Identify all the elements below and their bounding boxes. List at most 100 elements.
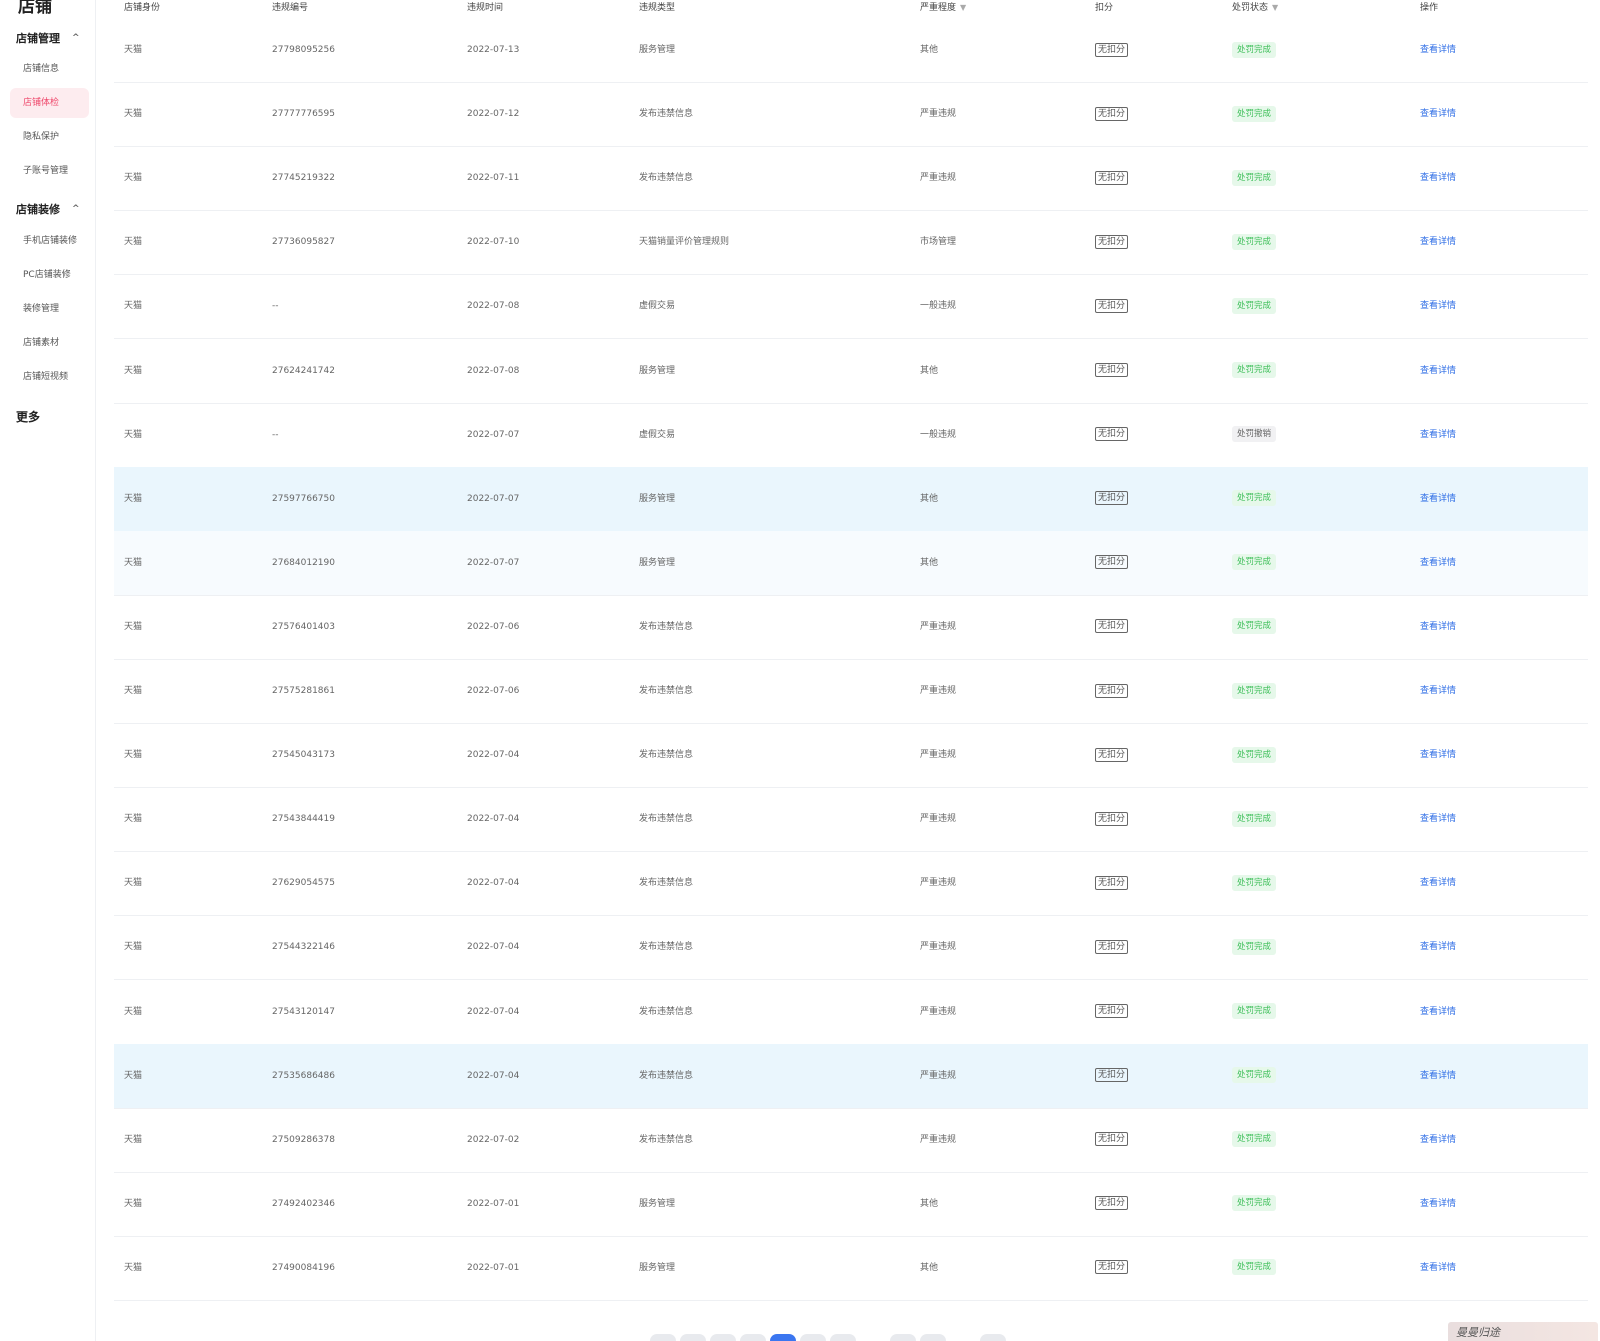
deduction-tag: 无扣分: [1095, 427, 1129, 442]
cell-penalty-status: 处罚完成: [1232, 274, 1277, 338]
sidebar-item-pc-decoration[interactable]: PC店铺装修: [10, 260, 89, 290]
view-details-link[interactable]: 查看详情: [1420, 494, 1456, 504]
view-details-link[interactable]: 查看详情: [1420, 558, 1456, 568]
cell-violation-type: 虚假交易: [639, 429, 676, 440]
view-details-link[interactable]: 查看详情: [1420, 237, 1456, 247]
sidebar-more[interactable]: 更多: [16, 408, 40, 425]
sidebar-group-store-decoration[interactable]: 店铺装修 ^: [16, 201, 80, 217]
column-header-penalty-status[interactable]: 处罚状态 ▼: [1232, 0, 1278, 13]
table-row[interactable]: 天猫 27576401403 2022-07-06 发布违禁信息 严重违规 无扣分 处罚完成…: [114, 595, 1588, 660]
view-details-link[interactable]: 查看详情: [1420, 366, 1456, 376]
sidebar-item-store-info[interactable]: 店铺信息: [10, 54, 89, 84]
cell-violation-type: 发布违禁信息: [639, 878, 694, 889]
cell-actions: 查看详情: [1420, 467, 1456, 531]
cell-violation-type: 发布违禁信息: [639, 750, 694, 761]
view-details-link[interactable]: 查看详情: [1420, 750, 1456, 760]
deduction-tag: 无扣分: [1095, 1132, 1129, 1147]
table-row[interactable]: 天猫 27629054575 2022-07-04 发布违禁信息 严重违规 无扣分 处罚完成…: [114, 851, 1588, 917]
view-details-link[interactable]: 查看详情: [1420, 430, 1456, 440]
sidebar-group-store-management[interactable]: 店铺管理 ^: [16, 30, 80, 46]
table-row[interactable]: 天猫 27543120147 2022-07-04 发布违禁信息 严重违规 无扣分 处罚完成…: [114, 980, 1588, 1045]
table-row[interactable]: 天猫 27624241742 2022-07-08 服务管理 其他 无扣分 处罚完成 查看详情: [114, 339, 1588, 404]
cell-severity: 其他: [920, 1262, 939, 1273]
page-button[interactable]: [890, 1334, 916, 1341]
table-row[interactable]: 天猫 27535686486 2022-07-04 发布违禁信息 严重违规 无扣分 处罚完成…: [114, 1043, 1588, 1109]
cell-penalty-status: 处罚完成: [1232, 210, 1277, 274]
sidebar-item-short-videos[interactable]: 店铺短视频: [10, 362, 89, 392]
sidebar-item-sub-accounts[interactable]: 子账号管理: [10, 156, 89, 186]
view-details-link[interactable]: 查看详情: [1420, 1263, 1456, 1273]
view-details-link[interactable]: 查看详情: [1420, 878, 1456, 888]
page-button[interactable]: [740, 1334, 766, 1341]
table-row[interactable]: 天猫 27777776595 2022-07-12 发布违禁信息 严重违规 无扣分 处罚完成…: [114, 82, 1588, 148]
view-details-link[interactable]: 查看详情: [1420, 301, 1456, 311]
status-badge: 处罚完成: [1232, 618, 1277, 635]
view-details-link[interactable]: 查看详情: [1420, 1135, 1456, 1145]
column-header-label: 处罚状态: [1232, 3, 1269, 13]
column-header-violation-type: 违规类型: [639, 3, 676, 13]
table-row[interactable]: 天猫 27509286378 2022-07-02 发布违禁信息 严重违规 无扣分 处罚完成…: [114, 1108, 1588, 1173]
cell-identity: 天猫: [124, 45, 143, 55]
column-header-violation-id: 违规编号: [272, 3, 309, 13]
cell-penalty-status: 处罚完成: [1232, 467, 1277, 531]
table-row[interactable]: 天猫 27492402346 2022-07-01 服务管理 其他 无扣分 处罚完成 查看详情: [114, 1172, 1588, 1237]
cell-actions: 查看详情: [1420, 915, 1456, 979]
view-details-link[interactable]: 查看详情: [1420, 1007, 1456, 1017]
cell-penalty-status: 处罚完成: [1232, 18, 1277, 82]
table-row[interactable]: 天猫 27490084196 2022-07-01 服务管理 其他 无扣分 处罚完成 查看详情: [114, 1236, 1588, 1301]
page-button[interactable]: [800, 1334, 826, 1341]
view-details-link[interactable]: 查看详情: [1420, 942, 1456, 952]
cell-severity: 其他: [920, 493, 939, 504]
view-details-link[interactable]: 查看详情: [1420, 109, 1456, 119]
view-details-link[interactable]: 查看详情: [1420, 1071, 1456, 1081]
sidebar-item-store-checkup[interactable]: 店铺体检: [10, 88, 89, 118]
page-button[interactable]: [830, 1334, 856, 1341]
table-row[interactable]: 天猫 27597766750 2022-07-07 服务管理 其他 无扣分 处罚完成 查看详情: [114, 466, 1588, 532]
filter-icon[interactable]: ▼: [960, 3, 966, 12]
filter-icon[interactable]: ▼: [1272, 3, 1278, 12]
cell-identity: 天猫: [124, 686, 143, 696]
cell-penalty-status: 处罚完成: [1232, 980, 1277, 1044]
table-row[interactable]: 天猫 27545043173 2022-07-04 发布违禁信息 严重违规 无扣分 处罚完成…: [114, 723, 1588, 789]
cell-penalty-status: 处罚完成: [1232, 851, 1277, 915]
column-header-label: 严重程度: [920, 3, 957, 13]
sidebar-item-decoration-management[interactable]: 装修管理: [10, 294, 89, 324]
sidebar-item-mobile-decoration[interactable]: 手机店铺装修: [10, 226, 89, 256]
cell-penalty-status: 处罚完成: [1232, 531, 1277, 595]
view-details-link[interactable]: 查看详情: [1420, 173, 1456, 183]
view-details-link[interactable]: 查看详情: [1420, 814, 1456, 824]
table-row[interactable]: 天猫 27575281861 2022-07-06 发布违禁信息 严重违规 无扣分 处罚完成…: [114, 659, 1588, 724]
page-button[interactable]: [680, 1334, 706, 1341]
view-details-link[interactable]: 查看详情: [1420, 1199, 1456, 1209]
view-details-link[interactable]: 查看详情: [1420, 45, 1456, 55]
column-header-severity[interactable]: 严重程度 ▼: [920, 0, 966, 13]
page-button[interactable]: [920, 1334, 946, 1341]
table-row[interactable]: 天猫 27736095827 2022-07-10 天猫销量评价管理规则 市场管理 无扣分…: [114, 210, 1588, 276]
page-button[interactable]: [710, 1334, 736, 1341]
cell-violation-type: 服务管理: [639, 45, 676, 55]
cell-actions: 查看详情: [1420, 595, 1456, 659]
table-row[interactable]: 天猫 27543844419 2022-07-04 发布违禁信息 严重违规 无扣分 处罚完成…: [114, 787, 1588, 853]
sidebar-group-label: 店铺装修: [16, 203, 60, 216]
table-row[interactable]: 天猫 27684012190 2022-07-07 服务管理 其他 无扣分 处罚完成 查看详情: [114, 530, 1588, 596]
page-button[interactable]: [980, 1334, 1006, 1341]
cell-violation-id: 27490084196: [272, 1262, 335, 1273]
cell-identity: 天猫: [124, 1070, 143, 1081]
cell-deduction: 无扣分: [1095, 915, 1129, 979]
sidebar-item-privacy[interactable]: 隐私保护: [10, 122, 89, 152]
cell-penalty-status: 处罚完成: [1232, 339, 1277, 403]
table-row[interactable]: 天猫 27798095256 2022-07-13 服务管理 其他 无扣分 处罚完成 查看详情: [114, 18, 1588, 83]
table-row[interactable]: 天猫 -- 2022-07-08 虚假交易 一般违规 无扣分 处罚完成 查看详情: [114, 274, 1588, 340]
cell-actions: 查看详情: [1420, 146, 1456, 210]
cell-violation-type: 发布违禁信息: [639, 109, 694, 120]
table-row[interactable]: 天猫 -- 2022-07-07 虚假交易 一般违规 无扣分 处罚撤销 查看详情: [114, 403, 1588, 468]
table-row[interactable]: 天猫 27544322146 2022-07-04 发布违禁信息 严重违规 无扣分 处罚完成…: [114, 915, 1588, 981]
table-row[interactable]: 天猫 27745219322 2022-07-11 发布违禁信息 严重违规 无扣分 处罚完成…: [114, 146, 1588, 212]
view-details-link[interactable]: 查看详情: [1420, 686, 1456, 696]
page-button[interactable]: [650, 1334, 676, 1341]
page-button-current[interactable]: [770, 1334, 796, 1341]
sidebar-item-store-materials[interactable]: 店铺素材: [10, 328, 89, 358]
view-details-link[interactable]: 查看详情: [1420, 622, 1456, 632]
cell-actions: 查看详情: [1420, 18, 1456, 82]
status-badge: 处罚完成: [1232, 810, 1277, 827]
